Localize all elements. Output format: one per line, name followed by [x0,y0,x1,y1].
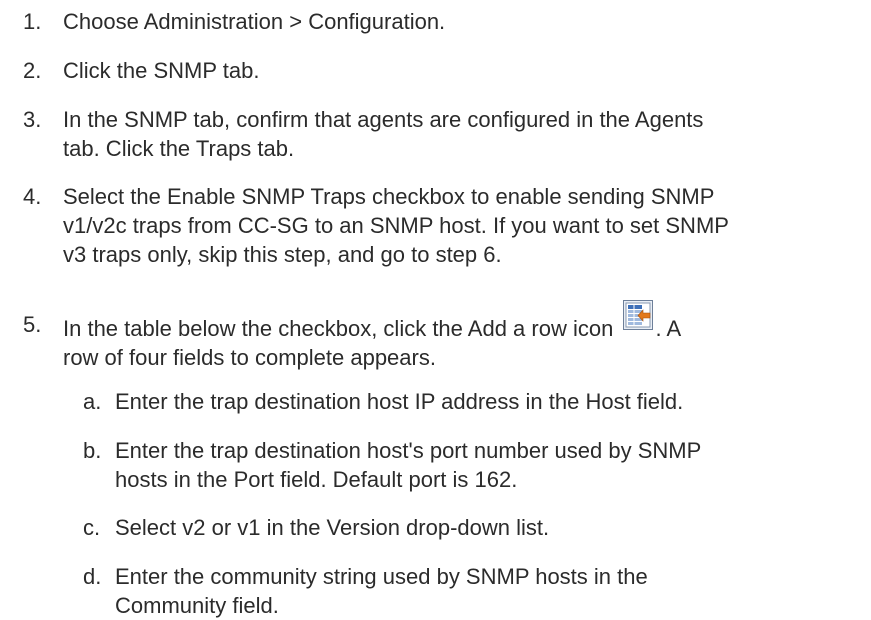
substep-letter: a. [83,389,102,414]
step-text: Click the SNMP tab. [63,58,260,83]
step-text-segment: . A [655,316,682,341]
step-text: In the table below the checkbox, click t… [63,300,843,372]
step-number: 2. [23,58,42,83]
step-number: 4. [23,184,42,209]
step-text: Select the Enable SNMP Traps checkbox to… [63,182,843,269]
document-page: 1. Choose Administration > Configuration… [0,0,871,620]
step-number: 1. [23,9,42,34]
substep-letter: b. [83,438,102,463]
substep-letter: d. [83,564,102,589]
step-number: 3. [23,107,42,132]
step-text: Choose Administration > Configuration. [63,9,446,34]
step-text-line: In the SNMP tab, confirm that agents are… [63,107,704,132]
substep-text: Enter the community string used by SNMP … [115,562,835,620]
substep-text-line: Enter the trap destination host IP addre… [115,389,684,414]
substep-text: Enter the trap destination host IP addre… [115,387,835,416]
step-text-line: tab. Click the Traps tab. [63,136,295,161]
substep-text-line: Community field. [115,593,279,618]
step-text-segment: In the table below the checkbox, click t… [63,316,614,341]
substep-text-line: Enter the trap destination host's port n… [115,438,702,463]
step-text-line: v1/v2c traps from CC-SG to an SNMP host.… [63,213,729,238]
step-text-line: In the table below the checkbox, click t… [63,300,843,343]
substep-text-line: Enter the community string used by SNMP … [115,564,648,589]
substep-letter: c. [83,515,101,540]
substep-text-line: Select v2 or v1 in the Version drop-down… [115,515,550,540]
step-text-line: v3 traps only, skip this step, and go to… [63,242,502,267]
add-row-icon [623,300,654,330]
substep-text-line: hosts in the Port field. Default port is… [115,467,518,492]
substep-text: Select v2 or v1 in the Version drop-down… [115,513,835,542]
step-number: 5. [23,312,42,337]
step-text-line: Select the Enable SNMP Traps checkbox to… [63,184,715,209]
step-text-line: row of four fields to complete appears. [63,345,436,370]
substep-text: Enter the trap destination host's port n… [115,436,835,494]
step-text: In the SNMP tab, confirm that agents are… [63,105,843,163]
